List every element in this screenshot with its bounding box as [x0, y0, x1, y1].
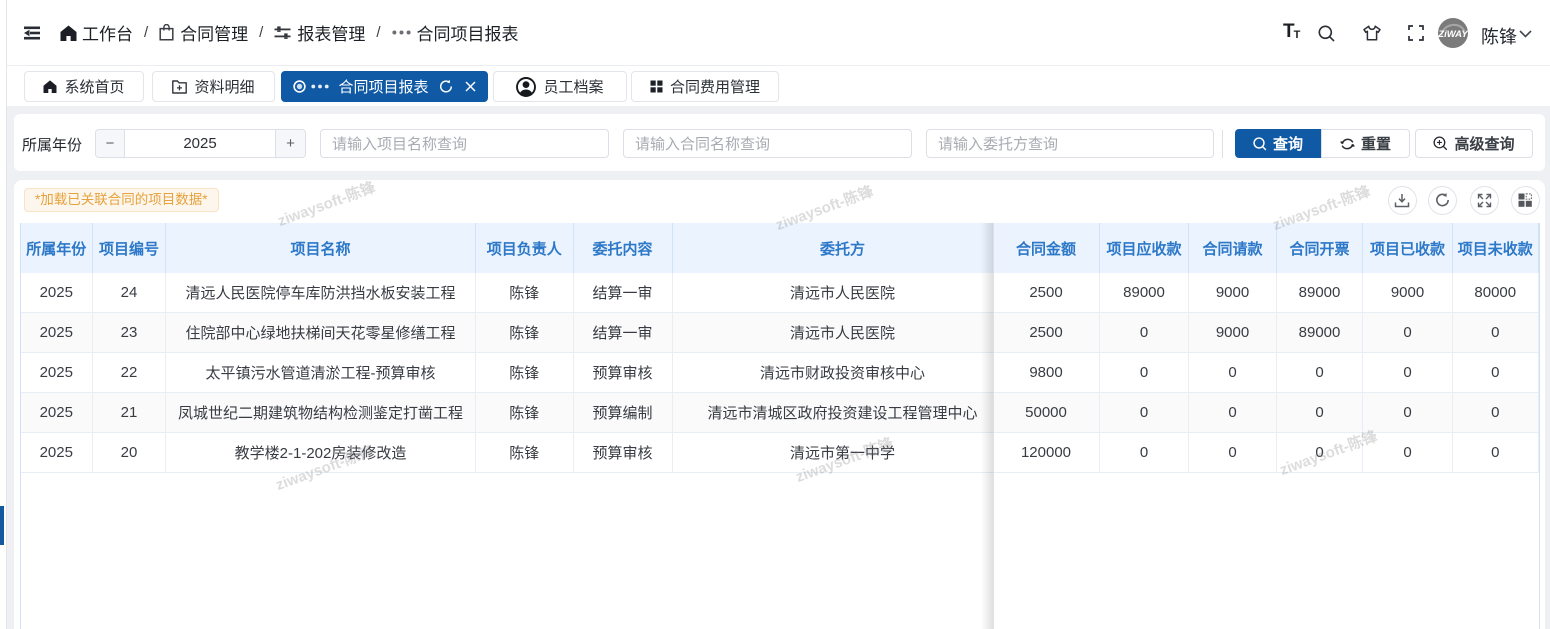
svg-text:ZiWAY: ZiWAY — [1438, 29, 1468, 40]
